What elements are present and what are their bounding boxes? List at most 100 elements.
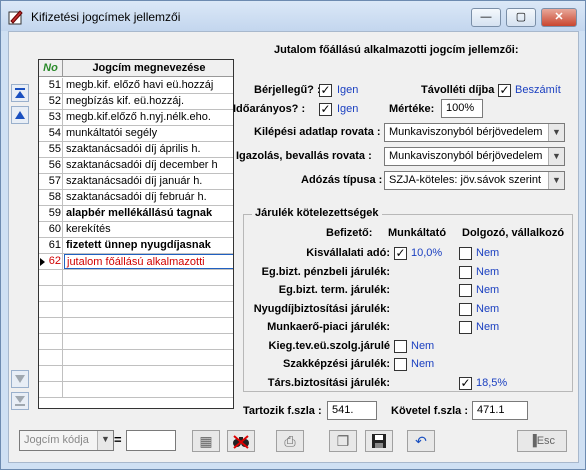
row-indicator	[39, 174, 47, 189]
kilepesi-select[interactable]: Munkaviszonyból bérjövedelem ▼	[384, 123, 565, 142]
save-button[interactable]	[365, 430, 393, 452]
next-record-button[interactable]	[11, 370, 29, 388]
maximize-button[interactable]: ▢	[506, 8, 536, 27]
row-no: 58	[48, 190, 63, 205]
column-header-name[interactable]: Jogcím megnevezése	[63, 60, 233, 77]
berjellegu-checkbox[interactable]: ✓	[319, 84, 332, 97]
table-row[interactable]: 56 szaktanácsadói díj december h	[39, 158, 233, 174]
exit-button[interactable]: ▐Esc	[517, 430, 567, 452]
form-heading: Jutalom főállású alkalmazotti jogcím jel…	[274, 44, 519, 56]
contribution-label: Munkaerő-piaci járulék:	[267, 321, 390, 333]
employer-checkbox[interactable]	[394, 358, 407, 371]
idoaranyos-checkbox[interactable]: ✓	[319, 103, 332, 116]
employee-checkbox[interactable]	[459, 302, 472, 316]
print-button[interactable]: ⎙	[276, 430, 304, 452]
row-indicator	[39, 110, 47, 125]
empty-row[interactable]	[39, 350, 233, 366]
find-button[interactable]	[227, 430, 255, 452]
employer-checkbox[interactable]: ✓	[394, 247, 407, 260]
minimize-button[interactable]: —	[471, 8, 501, 27]
row-indicator	[39, 126, 47, 141]
row-indicator	[39, 270, 47, 285]
table-row[interactable]: 58 szaktanácsadói díj február h.	[39, 190, 233, 206]
contribution-label: Eg.bizt. pénzbeli járulék:	[261, 265, 390, 278]
chevron-down-icon: ▼	[548, 124, 564, 141]
copy-button[interactable]: ❐	[329, 430, 357, 452]
row-no: 52	[48, 94, 63, 109]
row-indicator	[39, 254, 47, 269]
printer-icon: ⎙	[284, 433, 296, 449]
table-row[interactable]: 54 munkáltatói segély	[39, 126, 233, 142]
employee-value: Nem	[476, 265, 500, 278]
last-record-button[interactable]	[11, 392, 29, 410]
row-indicator	[39, 350, 47, 365]
previous-record-button[interactable]	[11, 106, 29, 124]
mertek-label: Mértéke:	[389, 103, 435, 115]
empty-row[interactable]	[39, 302, 233, 318]
row-indicator	[39, 366, 47, 381]
employee-value: 18,5%	[476, 376, 508, 389]
row-no: 59	[48, 206, 63, 221]
row-name: megbízás kif. eü.hozzáj.	[66, 95, 185, 107]
undo-button[interactable]: ↶	[407, 430, 435, 452]
table-row[interactable]: 55 szaktanácsadói díj április h.	[39, 142, 233, 158]
column-header-no[interactable]: No	[39, 60, 63, 77]
row-no: 53	[48, 110, 63, 125]
empty-row[interactable]	[39, 382, 233, 398]
kovetel-input[interactable]: 471.1	[472, 401, 528, 420]
igazolas-select[interactable]: Munkaviszonyból bérjövedelem ▼	[384, 147, 565, 166]
employee-checkbox[interactable]	[459, 321, 472, 334]
empty-row[interactable]	[39, 270, 233, 286]
row-indicator	[39, 382, 47, 397]
client-area: No Jogcím megnevezése 51 megb.kif. előző …	[8, 31, 579, 463]
table-row[interactable]: 60 kerekítés	[39, 222, 233, 238]
tartozik-input[interactable]: 541.	[327, 401, 377, 420]
row-indicator	[39, 286, 47, 301]
berjellegu-value: Igen	[337, 84, 359, 96]
row-indicator	[39, 334, 47, 349]
search-field-select[interactable]: Jogcím kódja ▼	[19, 430, 114, 451]
kovetel-label: Követel f.szla :	[391, 405, 469, 417]
table-row[interactable]: 57 szaktanácsadói díj január h.	[39, 174, 233, 190]
first-record-button[interactable]	[11, 84, 29, 102]
employee-checkbox[interactable]	[459, 265, 472, 279]
chevron-down-icon: ▼	[548, 148, 564, 165]
main-window: Kifizetési jogcímek jellemzői — ▢ ✕ No J…	[0, 0, 586, 470]
employee-checkbox[interactable]	[459, 284, 472, 297]
table-row[interactable]: 62 jutalom főállású alkalmazotti	[39, 254, 233, 270]
row-name: fizetett ünnep nyugdíjasnak	[66, 239, 211, 251]
table-row[interactable]: 51 megb.kif. előző havi eü.hozzáj	[39, 78, 233, 94]
search-input[interactable]	[126, 430, 176, 451]
close-button[interactable]: ✕	[541, 8, 577, 27]
table-row[interactable]: 61 fizetett ünnep nyugdíjasnak	[39, 238, 233, 254]
employee-checkbox[interactable]: ✓	[459, 376, 472, 390]
tavolleti-value: Beszámít	[515, 84, 561, 96]
row-no: 55	[48, 142, 63, 157]
employer-checkbox[interactable]	[394, 339, 407, 353]
empty-row[interactable]	[39, 286, 233, 302]
binoculars-icon	[233, 435, 249, 449]
col-befizeto: Befizető:	[326, 227, 373, 239]
table-row[interactable]: 53 megb.kif.előző h.nyj.nélk.eho.	[39, 110, 233, 126]
adozas-select[interactable]: SZJA-köteles: jöv.sávok szerint ▼	[384, 171, 565, 190]
mertek-input[interactable]: 100%	[441, 99, 483, 118]
row-name: munkáltatói segély	[66, 127, 158, 139]
table-row[interactable]: 52 megbízás kif. eü.hozzáj.	[39, 94, 233, 110]
calculator-button[interactable]: ▦	[192, 430, 220, 452]
employer-value: 10,0%	[411, 247, 443, 259]
row-name	[64, 318, 233, 333]
table-row[interactable]: 59 alapbér mellékállású tagnak	[39, 206, 233, 222]
row-no	[47, 334, 63, 349]
empty-row[interactable]	[39, 366, 233, 382]
employer-value: Nem	[411, 358, 435, 370]
contribution-label: Kisvállalati adó:	[306, 247, 390, 259]
row-indicator	[39, 222, 47, 237]
empty-row[interactable]	[39, 318, 233, 334]
employee-checkbox[interactable]	[459, 247, 472, 260]
tavolleti-checkbox[interactable]: ✓	[498, 84, 511, 97]
jogcim-grid[interactable]: No Jogcím megnevezése 51 megb.kif. előző …	[38, 59, 234, 409]
igazolas-value: Munkaviszonyból bérjövedelem	[389, 150, 543, 162]
contribution-label: Kieg.tev.eü.szolg.járulé	[268, 339, 390, 352]
empty-row[interactable]	[39, 334, 233, 350]
search-field-value: Jogcím kódja	[24, 434, 89, 446]
